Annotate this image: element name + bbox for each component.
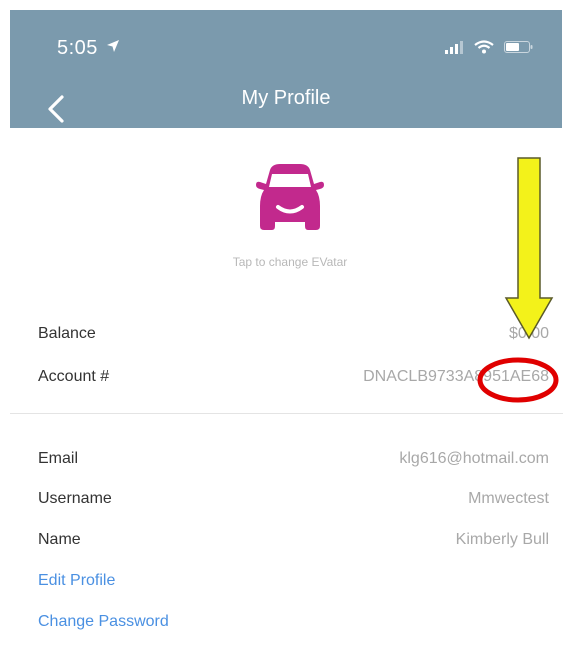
account-number-value: DNACLB9733A8951AE68: [363, 368, 549, 385]
name-label: Name: [38, 531, 81, 548]
battery-icon: [504, 40, 533, 53]
location-arrow-icon: [107, 40, 119, 52]
balance-row: Balance $0.00: [38, 325, 549, 351]
account-number-row: Account # DNACLB9733A8951AE68: [38, 368, 549, 394]
username-row: Username Mmwectest: [38, 490, 549, 516]
account-number-label: Account #: [38, 368, 110, 385]
username-value: Mmwectest: [468, 490, 549, 507]
header-bar: 5:05 My Profile: [10, 10, 562, 128]
wifi-icon: [473, 40, 494, 54]
email-label: Email: [38, 450, 79, 467]
change-password-link[interactable]: Change Password: [38, 613, 169, 631]
name-row: Name Kimberly Bull: [38, 531, 549, 557]
email-value: klg616@hotmail.com: [399, 450, 549, 467]
balance-label: Balance: [38, 325, 96, 342]
profile-screen: 5:05 My Profile Tap to change EVatar Bal…: [0, 0, 567, 656]
email-row: Email klg616@hotmail.com: [38, 450, 549, 476]
avatar-caption: Tap to change EVatar: [232, 255, 348, 269]
status-indicators: [445, 38, 534, 58]
edit-profile-link[interactable]: Edit Profile: [38, 572, 115, 590]
section-divider: [10, 413, 563, 414]
annotation-arrow-icon: [504, 157, 554, 340]
status-time-text: 5:05: [57, 37, 98, 59]
evatar-button[interactable]: [250, 160, 330, 236]
cellular-signal-icon: [445, 40, 464, 54]
page-title: My Profile: [241, 87, 331, 109]
username-label: Username: [38, 490, 112, 507]
car-avatar-icon: [256, 164, 324, 230]
status-time: 5:05: [57, 37, 120, 60]
name-value: Kimberly Bull: [455, 531, 549, 548]
balance-value: $0.00: [508, 325, 549, 342]
